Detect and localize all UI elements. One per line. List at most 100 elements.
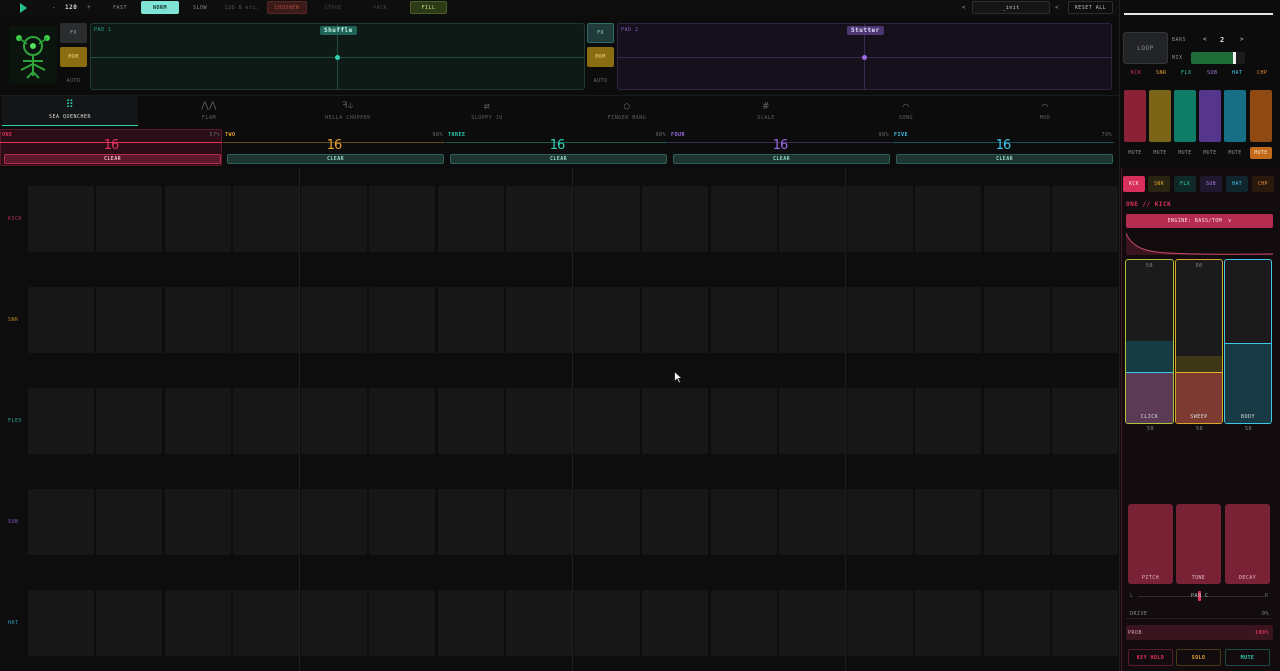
step-cell[interactable] bbox=[779, 388, 845, 454]
track-clear-button[interactable]: CLEAR bbox=[4, 154, 221, 164]
pitch-knob[interactable]: PITCH bbox=[1128, 504, 1173, 584]
step-cell[interactable] bbox=[779, 489, 845, 555]
preset-prev-button[interactable]: < bbox=[962, 4, 966, 11]
mode-choshen-button[interactable]: CHOSHEN bbox=[267, 1, 307, 14]
step-cell[interactable] bbox=[847, 287, 913, 353]
xy-pad-left-cursor[interactable] bbox=[335, 55, 340, 60]
tab-song[interactable]: ⌒ SONG bbox=[838, 96, 974, 126]
bpm-value[interactable]: 120 bbox=[65, 4, 77, 11]
track-one[interactable]: ONE 57% 16 CLEAR bbox=[0, 129, 222, 166]
track-clear-button[interactable]: CLEAR bbox=[896, 154, 1113, 164]
voice-tab-snr[interactable]: SNR bbox=[1148, 176, 1170, 192]
mute-hat-button[interactable]: MUTE bbox=[1224, 147, 1246, 159]
tone-knob[interactable]: TONE bbox=[1176, 504, 1221, 584]
play-icon[interactable] bbox=[20, 3, 27, 13]
step-cell[interactable] bbox=[779, 186, 845, 252]
step-cell[interactable] bbox=[506, 287, 572, 353]
drive-slider[interactable] bbox=[1126, 618, 1273, 619]
step-cell[interactable] bbox=[369, 186, 435, 252]
tab-hella-chopper[interactable]: ꟻ⫝ HELLA CHOPPER bbox=[280, 96, 416, 126]
voice-fader-flx[interactable] bbox=[1174, 90, 1196, 142]
mute-sub-button[interactable]: MUTE bbox=[1199, 147, 1221, 159]
track-steps[interactable]: 16 bbox=[446, 138, 668, 153]
reset-all-button[interactable]: RESET ALL bbox=[1068, 1, 1113, 14]
tab-scale[interactable]: # SCALE bbox=[698, 96, 834, 126]
auto-left-button[interactable]: AUTO bbox=[60, 71, 87, 91]
mute-flx-button[interactable]: MUTE bbox=[1174, 147, 1196, 159]
voice-tab-sub[interactable]: SUB bbox=[1200, 176, 1222, 192]
step-cell[interactable] bbox=[369, 388, 435, 454]
xy-pad-left[interactable]: PAD 1 Shuffle bbox=[90, 23, 585, 90]
track-four[interactable]: FOUR 98% 16 CLEAR bbox=[669, 129, 891, 166]
step-cell[interactable] bbox=[711, 489, 777, 555]
voice-fader-chp[interactable] bbox=[1250, 90, 1272, 142]
voice-fader-snr[interactable] bbox=[1149, 90, 1171, 142]
step-cell[interactable] bbox=[28, 388, 94, 454]
track-three[interactable]: THREE 98% 16 CLEAR bbox=[446, 129, 668, 166]
tab-flam[interactable]: ⋀⋀ FLAM bbox=[141, 96, 277, 126]
step-cell[interactable] bbox=[642, 388, 708, 454]
mode-pack-button[interactable]: PACK bbox=[360, 1, 400, 14]
mode-stroe-button[interactable]: STROE bbox=[313, 1, 353, 14]
key-hold-button[interactable]: KEY HOLD bbox=[1128, 649, 1173, 666]
layer-fader-sweep[interactable]: 50 SWEEP bbox=[1175, 259, 1223, 424]
track-five[interactable]: FIVE 79% 16 CLEAR bbox=[892, 129, 1114, 166]
voice-fader-sub[interactable] bbox=[1199, 90, 1221, 142]
step-cell[interactable] bbox=[711, 186, 777, 252]
step-cell[interactable] bbox=[574, 388, 640, 454]
step-cell[interactable] bbox=[1052, 388, 1118, 454]
step-cell[interactable] bbox=[28, 287, 94, 353]
step-cell[interactable] bbox=[1052, 590, 1118, 656]
tab-finger-bang[interactable]: ○ FINGER BANG bbox=[559, 96, 695, 126]
step-cell[interactable] bbox=[438, 388, 504, 454]
voice-fader-kck[interactable] bbox=[1124, 90, 1146, 142]
step-cell[interactable] bbox=[1052, 287, 1118, 353]
step-cell[interactable] bbox=[301, 489, 367, 555]
voice-tab-kck[interactable]: KCK bbox=[1123, 176, 1145, 192]
step-cell[interactable] bbox=[711, 287, 777, 353]
step-cell[interactable] bbox=[984, 287, 1050, 353]
track-clear-button[interactable]: CLEAR bbox=[673, 154, 890, 164]
voice-tab-flx[interactable]: FLX bbox=[1174, 176, 1196, 192]
fx-right-button[interactable]: FX bbox=[587, 23, 614, 43]
step-cell[interactable] bbox=[642, 489, 708, 555]
step-cell[interactable] bbox=[642, 590, 708, 656]
step-cell[interactable] bbox=[301, 590, 367, 656]
step-cell[interactable] bbox=[915, 489, 981, 555]
speed-norm-button[interactable]: NORM bbox=[141, 1, 179, 14]
step-cell[interactable] bbox=[847, 388, 913, 454]
voice-tab-hat[interactable]: HAT bbox=[1226, 176, 1248, 192]
layer-fader-click[interactable]: 50 CLICK bbox=[1125, 259, 1174, 424]
step-cell[interactable] bbox=[165, 186, 231, 252]
mix-slider[interactable] bbox=[1191, 52, 1245, 64]
step-cell[interactable] bbox=[506, 186, 572, 252]
speed-slow-button[interactable]: SLOW bbox=[182, 1, 218, 14]
step-cell[interactable] bbox=[165, 287, 231, 353]
step-cell[interactable] bbox=[96, 287, 162, 353]
fx-left-button[interactable]: FX bbox=[60, 23, 87, 43]
step-cell[interactable] bbox=[301, 388, 367, 454]
step-cell[interactable] bbox=[28, 489, 94, 555]
step-cell[interactable] bbox=[96, 186, 162, 252]
step-cell[interactable] bbox=[915, 388, 981, 454]
prob-slider[interactable]: PROB 100% bbox=[1126, 625, 1273, 640]
step-cell[interactable] bbox=[984, 388, 1050, 454]
step-cell[interactable] bbox=[506, 489, 572, 555]
step-cell[interactable] bbox=[96, 388, 162, 454]
bpm-decrease-button[interactable]: - bbox=[52, 4, 56, 11]
xy-pad-right[interactable]: PAD 2 Stutter bbox=[617, 23, 1112, 90]
step-cell[interactable] bbox=[779, 590, 845, 656]
track-steps[interactable]: 16 bbox=[892, 138, 1114, 153]
track-clear-button[interactable]: CLEAR bbox=[227, 154, 444, 164]
loop-button[interactable]: LOOP bbox=[1123, 32, 1168, 64]
layer-fader-body[interactable]: BODY bbox=[1224, 259, 1272, 424]
track-clear-button[interactable]: CLEAR bbox=[450, 154, 667, 164]
bars-prev-button[interactable]: < bbox=[1203, 36, 1207, 43]
voice-tab-chp[interactable]: CHP bbox=[1252, 176, 1274, 192]
step-cell[interactable] bbox=[847, 489, 913, 555]
preset-name-field[interactable]: _init bbox=[972, 1, 1050, 14]
track-steps[interactable]: 16 bbox=[0, 138, 222, 153]
tab-mod[interactable]: ⌒ MOD bbox=[977, 96, 1113, 126]
step-cell[interactable] bbox=[233, 287, 299, 353]
mute-kck-button[interactable]: MUTE bbox=[1124, 147, 1146, 159]
